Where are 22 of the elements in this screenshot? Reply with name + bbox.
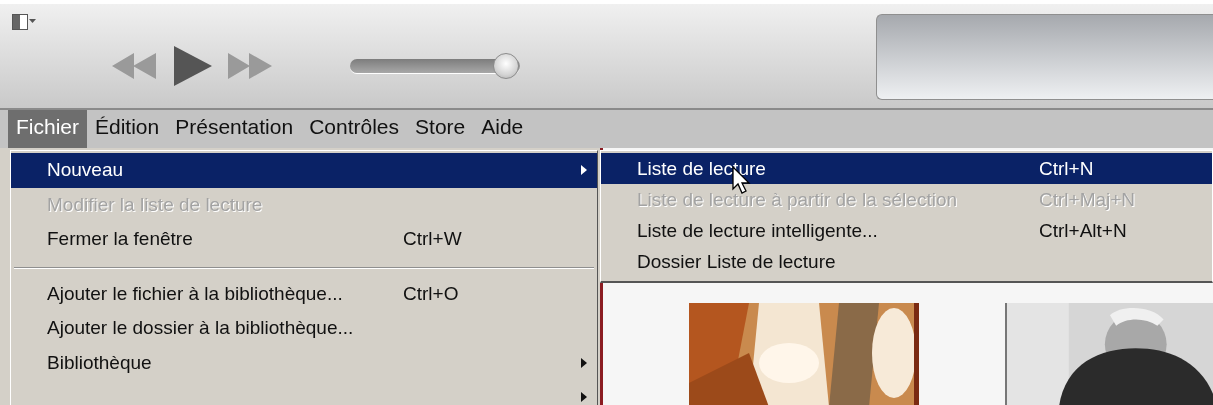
sidebar-toggle-icon[interactable] — [12, 14, 36, 30]
menu-item[interactable]: Dossier Liste de lecture — [601, 246, 1212, 277]
play-icon[interactable] — [172, 46, 212, 86]
fast-forward-icon[interactable] — [228, 53, 272, 79]
menu-item[interactable]: Ajouter le dossier à la bibliothèque... — [11, 311, 597, 346]
shortcut-label: Ctrl+W — [403, 228, 462, 251]
rewind-icon[interactable] — [112, 53, 156, 79]
menu-item[interactable]: Nouveau — [11, 153, 597, 188]
shortcut-label: Ctrl+Alt+N — [1039, 219, 1127, 242]
menu-bar-item[interactable]: Store — [407, 110, 474, 148]
menu-bar-item[interactable]: Aide — [473, 110, 532, 148]
shortcut-label: Ctrl+N — [1039, 157, 1094, 180]
menu-bar-item[interactable]: Contrôles — [301, 110, 408, 148]
menu-bar-item[interactable]: Fichier — [8, 110, 87, 148]
volume-slider[interactable] — [350, 53, 520, 79]
menu-item[interactable]: Liste de lecture intelligente... Ctrl+Alt+N — [601, 215, 1212, 246]
menu-item[interactable]: Ajouter le fichier à la bibliothèque... Ctrl+O — [11, 276, 597, 311]
shortcut-label: Ctrl+O — [403, 282, 459, 305]
menu-item[interactable]: Bibliothèque — [11, 345, 597, 380]
menu-item[interactable]: Fermer la fenêtre Ctrl+W — [11, 222, 597, 257]
menu-bar-item[interactable]: Présentation — [167, 110, 302, 148]
menu-bar-item[interactable]: Édition — [87, 110, 168, 148]
